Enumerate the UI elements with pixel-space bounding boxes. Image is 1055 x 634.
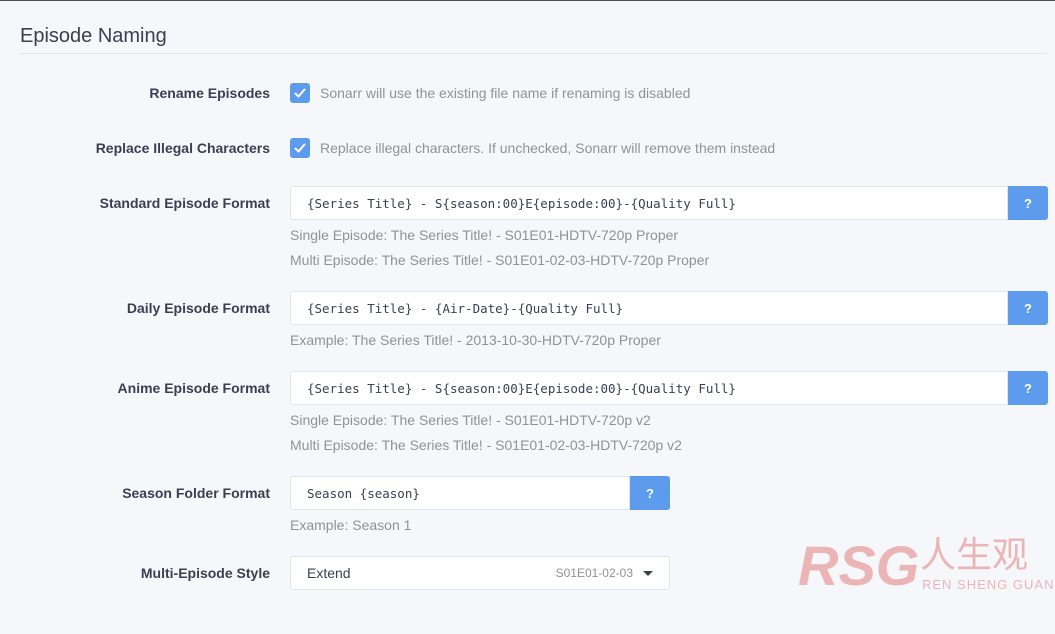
replace-illegal-checkbox[interactable] xyxy=(290,138,310,158)
caret-down-icon xyxy=(643,570,653,576)
anime-format-input[interactable]: {Series Title} - S{season:00}E{episode:0… xyxy=(290,371,1008,405)
standard-format-group: {Series Title} - S{season:00}E{episode:0… xyxy=(290,186,1048,220)
season-folder-help-button[interactable]: ? xyxy=(630,476,670,510)
watermark-logo: RSG 人生观 REN SHENG GUAN xyxy=(798,533,1054,597)
season-folder-label: Season Folder Format xyxy=(122,485,270,501)
season-folder-group: Season {season} ? xyxy=(290,476,670,510)
watermark-cn: 人生观 xyxy=(920,535,1028,576)
rename-episodes-checkbox[interactable] xyxy=(290,83,310,103)
multi-episode-style-select[interactable]: Extend S01E01-02-03 xyxy=(290,556,670,590)
check-icon xyxy=(294,88,306,98)
anime-format-help-button[interactable]: ? xyxy=(1008,371,1048,405)
replace-illegal-label: Replace Illegal Characters xyxy=(95,140,270,156)
daily-format-input[interactable]: {Series Title} - {Air-Date}-{Quality Ful… xyxy=(290,291,1008,325)
daily-format-label: Daily Episode Format xyxy=(126,300,270,316)
section-title: Episode Naming xyxy=(20,25,167,47)
multi-episode-style-value: Extend xyxy=(307,565,351,581)
standard-format-example-multi: Multi Episode: The Series Title! - S01E0… xyxy=(290,252,710,268)
anime-format-label: Anime Episode Format xyxy=(117,380,270,396)
multi-episode-style-label: Multi-Episode Style xyxy=(140,565,270,581)
standard-format-help-button[interactable]: ? xyxy=(1008,186,1048,220)
anime-format-group: {Series Title} - S{season:00}E{episode:0… xyxy=(290,371,1048,405)
daily-format-example: Example: The Series Title! - 2013-10-30-… xyxy=(290,332,661,348)
season-folder-example: Example: Season 1 xyxy=(290,517,412,533)
watermark-rsg: RSG xyxy=(798,534,919,593)
watermark-sub: REN SHENG GUAN xyxy=(922,577,1054,592)
anime-format-example-single: Single Episode: The Series Title! - S01E… xyxy=(290,412,651,428)
replace-illegal-help: Replace illegal characters. If unchecked… xyxy=(320,140,776,156)
rename-episodes-help: Sonarr will use the existing file name i… xyxy=(320,85,691,101)
anime-format-example-multi: Multi Episode: The Series Title! - S01E0… xyxy=(290,437,682,453)
daily-format-help-button[interactable]: ? xyxy=(1008,291,1048,325)
section-divider xyxy=(20,53,1047,54)
daily-format-group: {Series Title} - {Air-Date}-{Quality Ful… xyxy=(290,291,1048,325)
season-folder-input[interactable]: Season {season} xyxy=(290,476,630,510)
standard-format-input[interactable]: {Series Title} - S{season:00}E{episode:0… xyxy=(290,186,1008,220)
multi-episode-style-hint: S01E01-02-03 xyxy=(555,566,633,580)
check-icon xyxy=(294,143,306,153)
standard-format-example-single: Single Episode: The Series Title! - S01E… xyxy=(290,227,679,243)
standard-format-label: Standard Episode Format xyxy=(99,195,270,211)
rename-episodes-label: Rename Episodes xyxy=(149,85,270,101)
